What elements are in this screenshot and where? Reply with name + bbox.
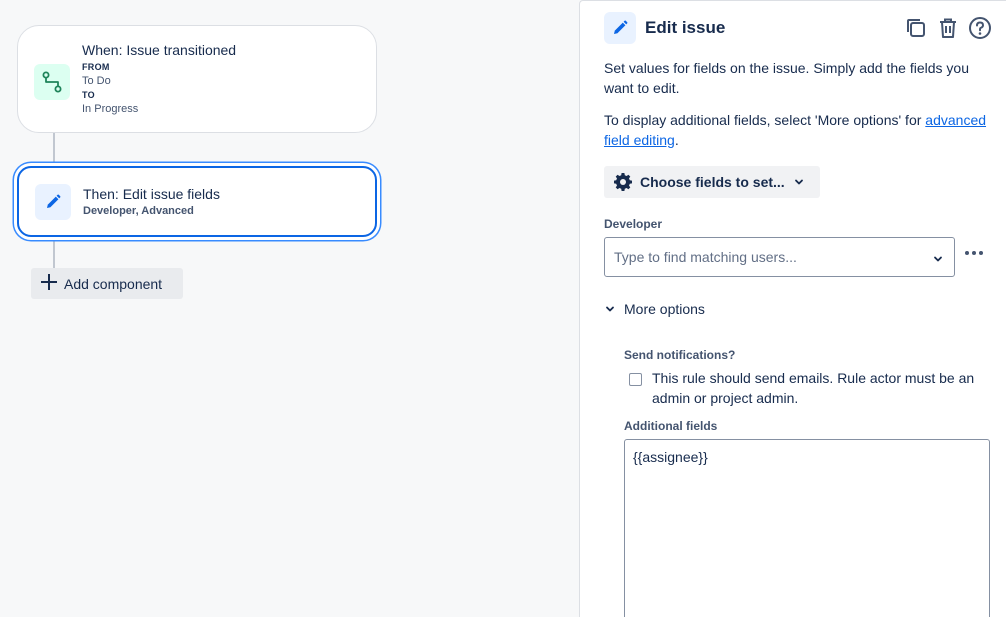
hint-text: To display additional fields, select 'Mo…	[604, 112, 922, 128]
chevron-down-icon	[604, 303, 616, 315]
action-title: Then: Edit issue fields	[83, 186, 220, 202]
add-component-button[interactable]: Add component	[31, 268, 183, 299]
from-label: FROM	[82, 62, 110, 72]
to-value: In Progress	[82, 103, 139, 115]
config-panel: Edit issue Set values for fields on the …	[579, 0, 1006, 617]
rule-canvas: When: Issue transitioned FROM To Do TO I…	[0, 0, 578, 617]
choose-fields-label: Choose fields to set...	[640, 174, 785, 190]
action-subtitle: Developer, Advanced	[83, 205, 194, 217]
pencil-icon	[604, 12, 636, 44]
help-icon[interactable]	[968, 15, 992, 41]
additional-fields-textarea[interactable]: {{assignee}}	[624, 439, 990, 617]
developer-input[interactable]	[614, 249, 914, 265]
more-actions-icon[interactable]	[964, 243, 984, 263]
trigger-content: When: Issue transitioned FROM To Do TO I…	[82, 42, 236, 116]
additional-fields-label: Additional fields	[624, 419, 718, 433]
copy-icon[interactable]	[904, 15, 928, 41]
panel-description: Set values for fields on the issue. Simp…	[604, 60, 969, 96]
chevron-down-icon	[793, 176, 805, 188]
choose-fields-button[interactable]: Choose fields to set...	[604, 166, 820, 198]
send-notifications-label: Send notifications?	[624, 348, 736, 362]
more-options-toggle[interactable]: More options	[604, 299, 705, 319]
additional-fields-hint: To display additional fields, select 'Mo…	[604, 110, 994, 150]
chevron-down-icon[interactable]	[932, 252, 944, 270]
connector-line	[53, 133, 55, 166]
action-content: Then: Edit issue fields Developer, Advan…	[83, 186, 220, 217]
developer-select[interactable]	[604, 237, 955, 277]
gear-icon	[614, 173, 632, 191]
trigger-node[interactable]: When: Issue transitioned FROM To Do TO I…	[17, 25, 377, 133]
hint-suffix: .	[674, 132, 679, 148]
more-options-label: More options	[624, 301, 705, 317]
send-notifications-text: This rule should send emails. Rule actor…	[652, 370, 975, 406]
pencil-icon	[35, 183, 71, 220]
trash-icon[interactable]	[936, 15, 960, 41]
trigger-title: When: Issue transitioned	[82, 42, 237, 58]
from-value: To Do	[82, 75, 111, 87]
panel-title: Edit issue	[645, 18, 726, 37]
send-notifications-checkbox[interactable]	[629, 373, 642, 386]
panel-header: Edit issue	[604, 11, 992, 45]
connector-line	[53, 237, 55, 268]
plus-icon	[40, 273, 58, 294]
transition-icon	[34, 64, 70, 100]
add-component-label: Add component	[64, 275, 163, 292]
to-label: TO	[82, 90, 95, 100]
developer-label: Developer	[604, 217, 663, 231]
action-node[interactable]: Then: Edit issue fields Developer, Advan…	[17, 166, 377, 237]
